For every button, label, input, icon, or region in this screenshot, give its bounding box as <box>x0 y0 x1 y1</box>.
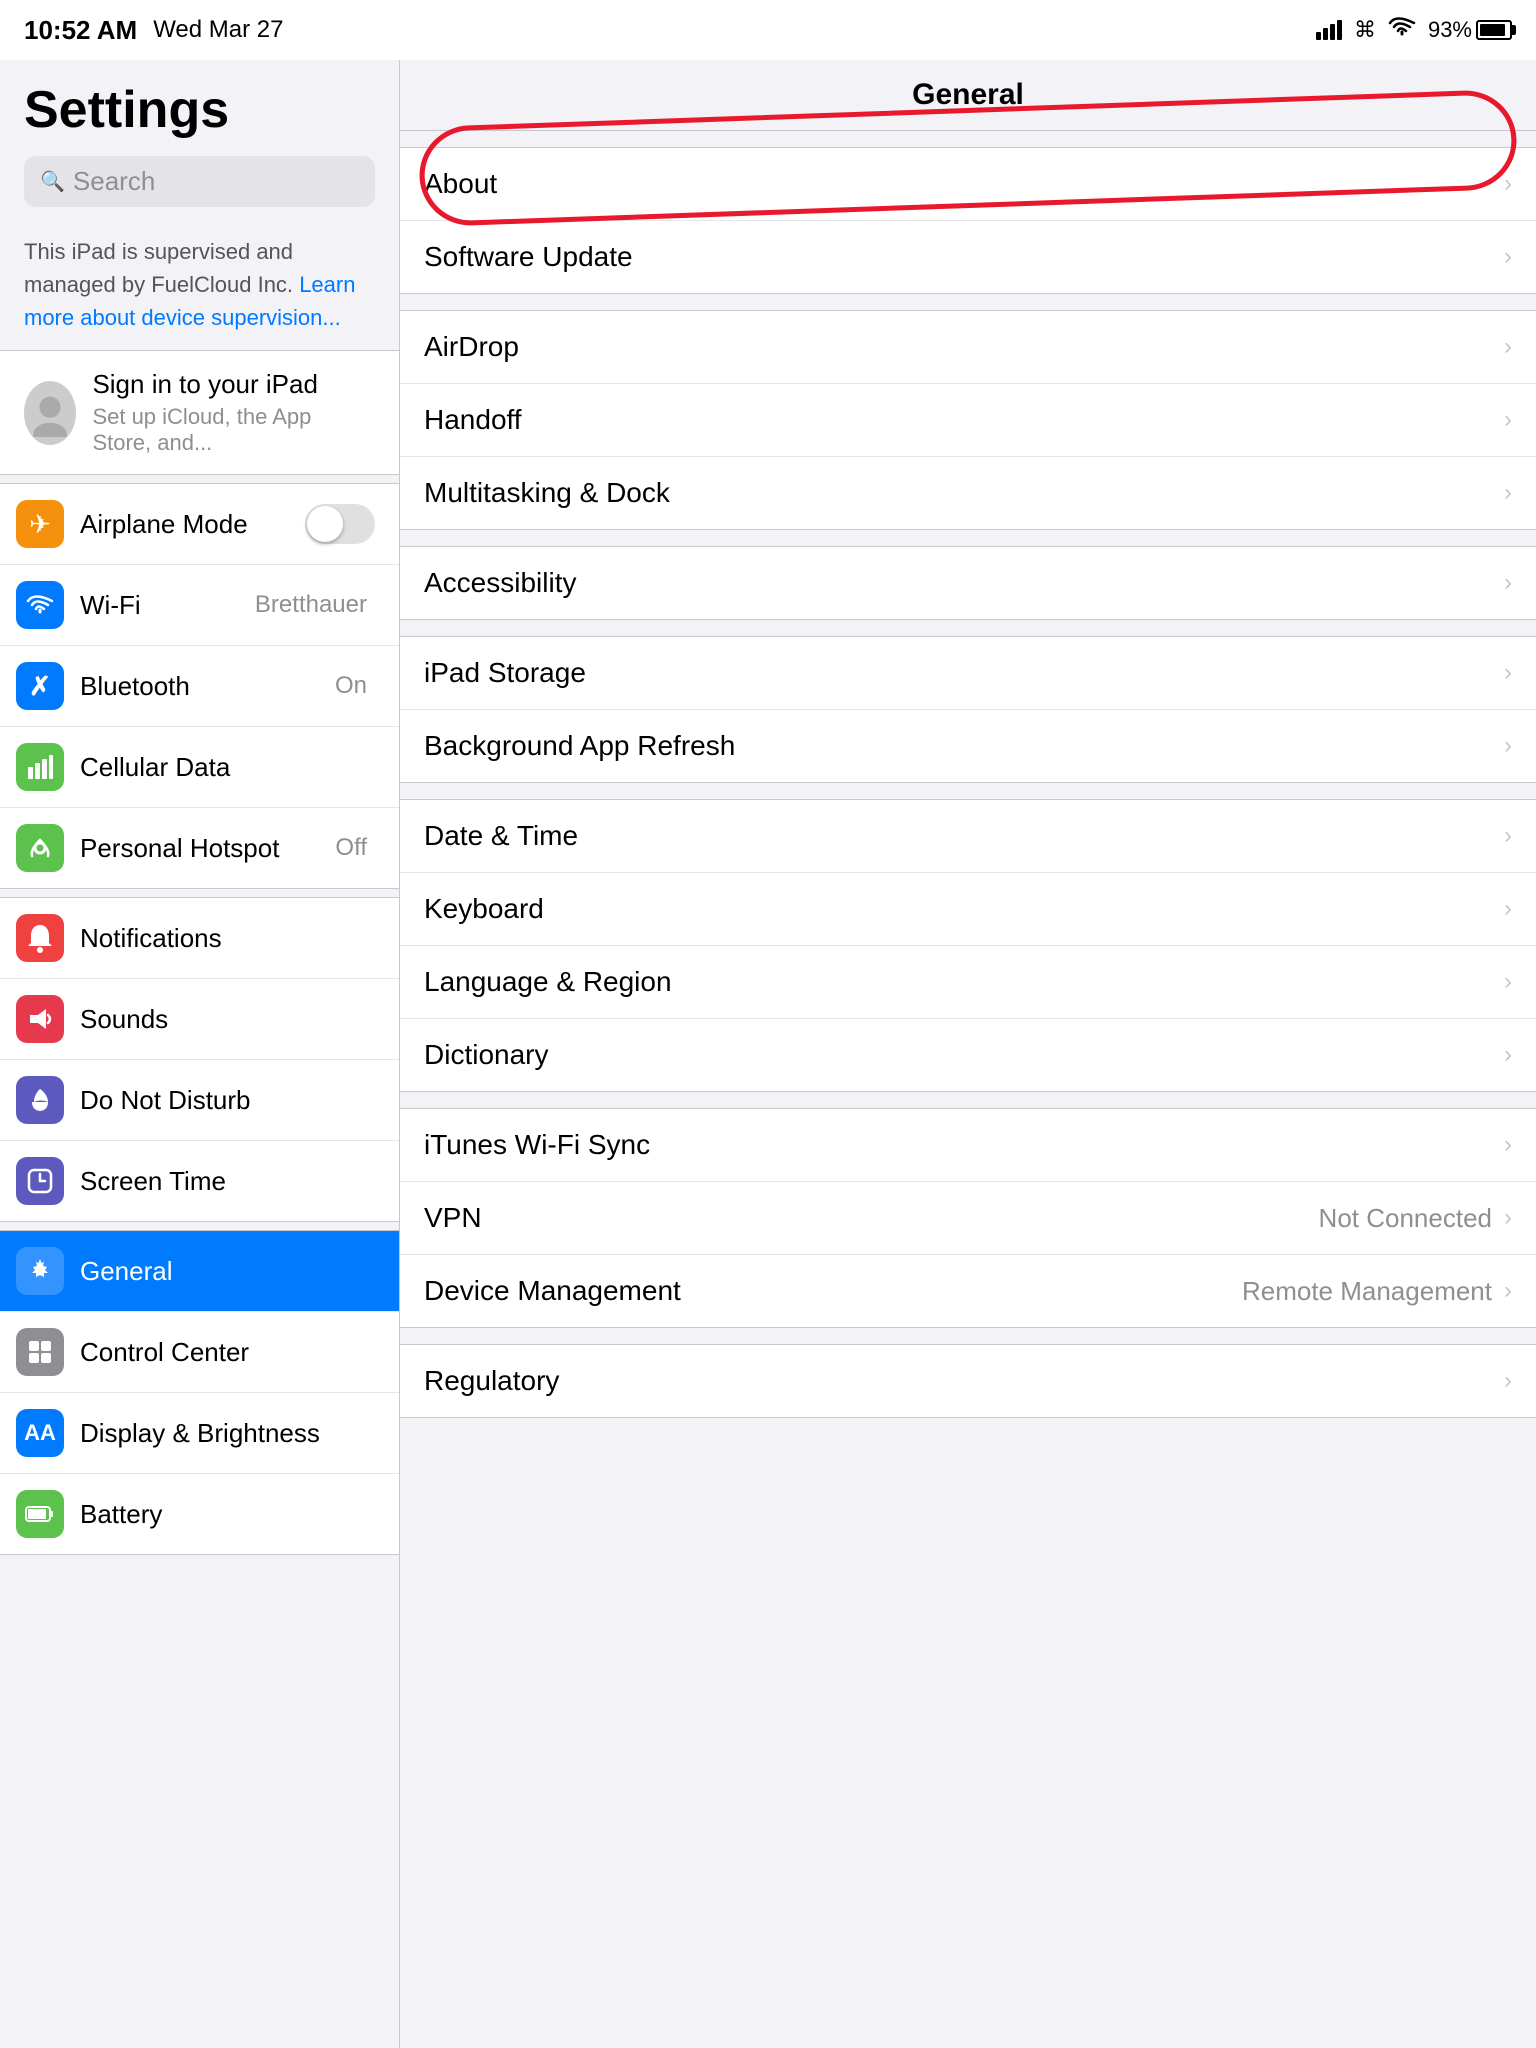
panel-group-4: iPad Storage › Background App Refresh › <box>400 636 1536 783</box>
chevron-icon: › <box>1504 895 1512 923</box>
battery-indicator: 93% <box>1428 17 1512 43</box>
sidebar-item-sounds[interactable]: Sounds <box>0 979 399 1060</box>
status-bar: 10:52 AM Wed Mar 27 ⌘ 93% <box>0 0 1536 60</box>
supervision-notice: This iPad is supervised and managed by F… <box>0 219 399 350</box>
general-icon <box>16 1247 64 1295</box>
chevron-icon: › <box>1504 968 1512 996</box>
sidebar-item-notifications[interactable]: Notifications <box>0 898 399 979</box>
sidebar-item-donotdisturb[interactable]: Do Not Disturb <box>0 1060 399 1141</box>
panel-item-softwareupdate[interactable]: Software Update › <box>400 221 1536 293</box>
screentime-icon <box>16 1157 64 1205</box>
chevron-icon: › <box>1504 1367 1512 1395</box>
search-bar[interactable]: 🔍 Search <box>24 156 375 207</box>
status-time: 10:52 AM <box>24 15 137 46</box>
signin-section[interactable]: Sign in to your iPad Set up iCloud, the … <box>0 350 399 475</box>
controlcenter-icon <box>16 1328 64 1376</box>
chevron-icon: › <box>1504 243 1512 271</box>
panel-item-dictionary[interactable]: Dictionary › <box>400 1019 1536 1091</box>
right-panel-wrapper: General About › Software Update › AirDro… <box>400 60 1536 2048</box>
battery-settings-icon <box>16 1490 64 1538</box>
panel-item-language[interactable]: Language & Region › <box>400 946 1536 1019</box>
panel-group-2: AirDrop › Handoff › Multitasking & Dock … <box>400 310 1536 530</box>
avatar-icon <box>26 389 74 437</box>
chevron-icon: › <box>1504 333 1512 361</box>
cellular-icon <box>16 743 64 791</box>
panel-item-handoff[interactable]: Handoff › <box>400 384 1536 457</box>
right-panel: About › Software Update › AirDrop › Hand… <box>400 131 1536 1434</box>
panel-item-multitasking[interactable]: Multitasking & Dock › <box>400 457 1536 529</box>
chevron-icon: › <box>1504 170 1512 198</box>
signal-icon <box>1316 20 1342 40</box>
panel-item-backgroundapp[interactable]: Background App Refresh › <box>400 710 1536 782</box>
panel-group-3: Accessibility › <box>400 546 1536 620</box>
chevron-icon: › <box>1504 1204 1512 1232</box>
sidebar-title: Settings <box>24 80 375 140</box>
panel-item-ituneswifi[interactable]: iTunes Wi-Fi Sync › <box>400 1109 1536 1182</box>
notifications-icon <box>16 914 64 962</box>
bluetooth-icon: ✗ <box>16 662 64 710</box>
sidebar-item-hotspot[interactable]: Personal Hotspot Off <box>0 808 399 888</box>
panel-item-accessibility[interactable]: Accessibility › <box>400 547 1536 619</box>
sounds-icon <box>16 995 64 1043</box>
chevron-icon: › <box>1504 569 1512 597</box>
chevron-icon: › <box>1504 659 1512 687</box>
chevron-icon: › <box>1504 406 1512 434</box>
hotspot-icon <box>16 824 64 872</box>
airplane-mode-icon: ✈ <box>16 500 64 548</box>
sidebar-item-controlcenter[interactable]: Control Center <box>0 1312 399 1393</box>
panel-group-6: iTunes Wi-Fi Sync › VPN Not Connected › … <box>400 1108 1536 1328</box>
sidebar-item-general[interactable]: General <box>0 1231 399 1312</box>
donotdisturb-icon <box>16 1076 64 1124</box>
sidebar-item-cellular[interactable]: Cellular Data <box>0 727 399 808</box>
wifi-settings-icon <box>16 581 64 629</box>
battery-icon <box>1476 20 1512 40</box>
chevron-icon: › <box>1504 1277 1512 1305</box>
panel-header: General <box>400 60 1536 131</box>
panel-item-airdrop[interactable]: AirDrop › <box>400 311 1536 384</box>
main-settings-group: General Control Center AA Display & <box>0 1230 399 1555</box>
sidebar-item-airplane-mode[interactable]: ✈ Airplane Mode <box>0 484 399 565</box>
display-icon: AA <box>16 1409 64 1457</box>
panel-item-about[interactable]: About › <box>400 148 1536 221</box>
sidebar: Settings 🔍 Search This iPad is supervise… <box>0 60 400 2048</box>
sidebar-header: Settings 🔍 Search <box>0 60 399 219</box>
panel-group-5: Date & Time › Keyboard › Language & Regi… <box>400 799 1536 1092</box>
network-settings-group: ✈ Airplane Mode Wi-Fi Bretthauer <box>0 483 399 889</box>
sidebar-item-display[interactable]: AA Display & Brightness <box>0 1393 399 1474</box>
sidebar-item-bluetooth[interactable]: ✗ Bluetooth On <box>0 646 399 727</box>
wifi-signal-icon <box>1388 16 1416 44</box>
airplane-mode-toggle[interactable] <box>305 504 375 544</box>
status-date: Wed Mar 27 <box>153 16 283 44</box>
sidebar-item-wifi[interactable]: Wi-Fi Bretthauer <box>0 565 399 646</box>
panel-item-devicemanagement[interactable]: Device Management Remote Management › <box>400 1255 1536 1327</box>
sidebar-item-battery[interactable]: Battery <box>0 1474 399 1554</box>
chevron-icon: › <box>1504 732 1512 760</box>
battery-percentage: 93% <box>1428 17 1472 43</box>
chevron-icon: › <box>1504 822 1512 850</box>
panel-item-keyboard[interactable]: Keyboard › <box>400 873 1536 946</box>
panel-item-datetime[interactable]: Date & Time › <box>400 800 1536 873</box>
signin-text: Sign in to your iPad Set up iCloud, the … <box>92 369 375 456</box>
panel-item-vpn[interactable]: VPN Not Connected › <box>400 1182 1536 1255</box>
search-icon: 🔍 <box>40 169 65 194</box>
notification-settings-group: Notifications Sounds Do <box>0 897 399 1222</box>
chevron-icon: › <box>1504 1041 1512 1069</box>
sidebar-item-screentime[interactable]: Screen Time <box>0 1141 399 1221</box>
chevron-icon: › <box>1504 1131 1512 1159</box>
search-placeholder: Search <box>73 166 155 197</box>
avatar <box>24 381 76 445</box>
panel-item-regulatory[interactable]: Regulatory › <box>400 1345 1536 1417</box>
panel-group-1: About › Software Update › <box>400 147 1536 294</box>
panel-title: General <box>912 78 1024 111</box>
status-icons: ⌘ 93% <box>1316 16 1512 44</box>
panel-item-ipadstorage[interactable]: iPad Storage › <box>400 637 1536 710</box>
panel-group-7: Regulatory › <box>400 1344 1536 1418</box>
chevron-icon: › <box>1504 479 1512 507</box>
wifi-icon: ⌘ <box>1354 17 1376 43</box>
